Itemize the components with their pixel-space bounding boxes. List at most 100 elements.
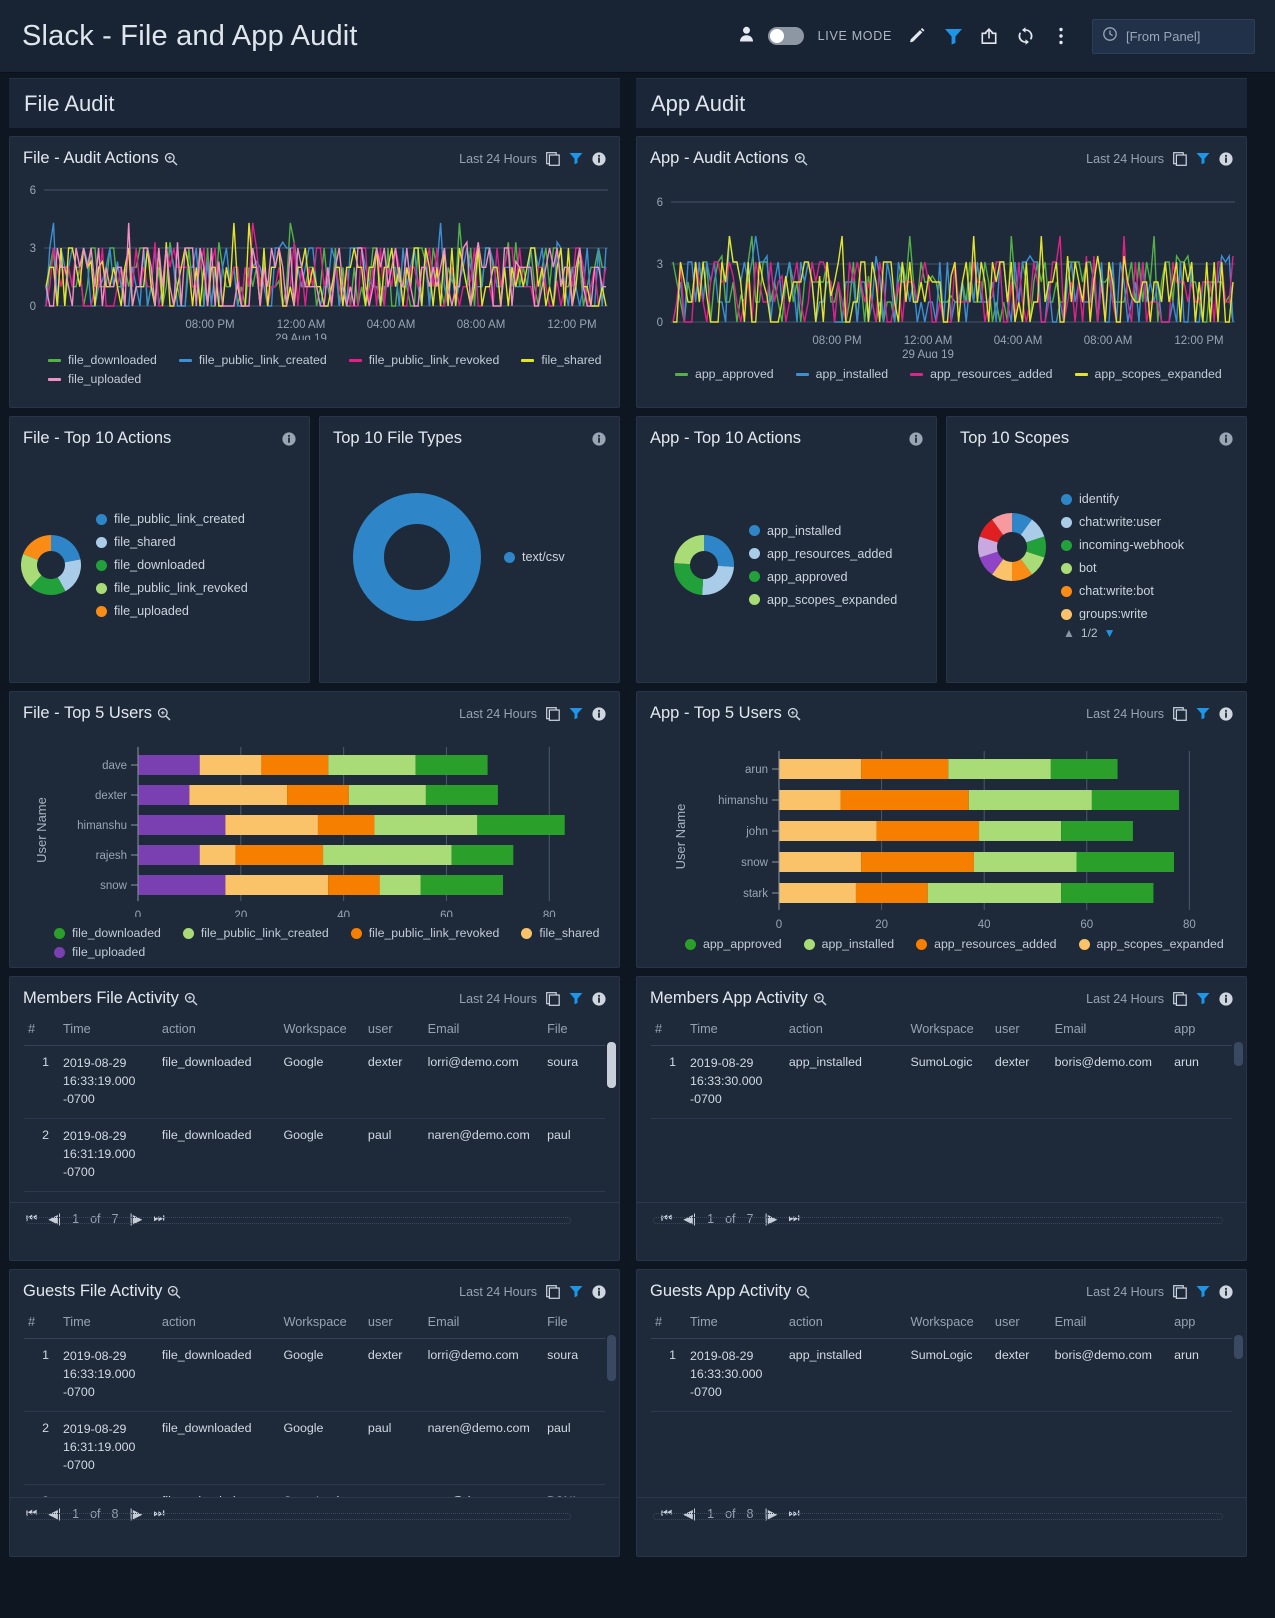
bar-segment-app_scopes_expanded[interactable] bbox=[779, 883, 856, 903]
magnify-icon[interactable] bbox=[184, 992, 198, 1006]
column-header[interactable]: user bbox=[363, 1309, 424, 1339]
bar-segment-file_shared[interactable] bbox=[199, 755, 262, 775]
legend-item[interactable]: file_public_link_revoked bbox=[350, 926, 499, 940]
bar-segment-file_public_link_created[interactable] bbox=[323, 845, 452, 865]
bar-segment-file_public_link_revoked[interactable] bbox=[317, 815, 375, 835]
filter-icon[interactable] bbox=[569, 707, 583, 720]
column-header[interactable]: # bbox=[651, 1016, 687, 1046]
legend-item[interactable]: file_shared bbox=[521, 926, 599, 940]
bar-segment-file_public_link_revoked[interactable] bbox=[328, 875, 380, 895]
copy-panel-icon[interactable] bbox=[1173, 1284, 1187, 1299]
legend-item[interactable]: app_installed bbox=[795, 367, 888, 381]
legend-item[interactable]: file_shared bbox=[96, 535, 248, 549]
copy-panel-icon[interactable] bbox=[546, 151, 560, 166]
legend-item[interactable]: file_uploaded bbox=[48, 372, 141, 386]
legend-item[interactable]: app_resources_added bbox=[749, 547, 897, 561]
info-icon[interactable] bbox=[592, 706, 606, 721]
horizontal-scrollbar[interactable] bbox=[26, 1513, 571, 1520]
column-header[interactable]: # bbox=[24, 1016, 60, 1046]
legend-item[interactable]: app_installed bbox=[803, 937, 894, 951]
column-header[interactable]: Time bbox=[59, 1016, 158, 1046]
more-vertical-icon[interactable] bbox=[1050, 25, 1072, 47]
column-header[interactable]: Workspace bbox=[906, 1016, 991, 1046]
bar-segment-file_uploaded[interactable] bbox=[138, 845, 200, 865]
table-row[interactable]: 1 2019-08-29 16:33:30.000 -0700 app_instal… bbox=[651, 1338, 1232, 1412]
legend-item[interactable]: file_downloaded bbox=[48, 353, 157, 367]
column-header[interactable]: Email bbox=[423, 1309, 544, 1339]
donut-slice[interactable] bbox=[353, 493, 481, 621]
copy-panel-icon[interactable] bbox=[1173, 151, 1187, 166]
magnify-icon[interactable] bbox=[167, 1285, 181, 1299]
magnify-icon[interactable] bbox=[813, 992, 827, 1006]
bar-segment-file_public_link_created[interactable] bbox=[348, 785, 426, 805]
bar-segment-app_approved[interactable] bbox=[1061, 883, 1154, 903]
vertical-scrollbar[interactable] bbox=[607, 1042, 616, 1088]
share-export-icon[interactable] bbox=[978, 25, 1000, 47]
legend-item[interactable]: file_public_link_revoked bbox=[96, 581, 248, 595]
donut-slice[interactable] bbox=[674, 563, 704, 595]
legend-item[interactable]: file_public_link_revoked bbox=[348, 353, 499, 367]
live-mode-toggle[interactable] bbox=[767, 27, 804, 45]
horizontal-scrollbar[interactable] bbox=[653, 1513, 1223, 1520]
copy-panel-icon[interactable] bbox=[546, 1284, 560, 1299]
filter-icon[interactable] bbox=[1196, 992, 1210, 1005]
filter-icon[interactable] bbox=[1196, 152, 1210, 165]
bar-segment-file_public_link_revoked[interactable] bbox=[261, 755, 329, 775]
column-header[interactable]: user bbox=[990, 1309, 1051, 1339]
column-header[interactable]: Email bbox=[1050, 1309, 1171, 1339]
bar-segment-app_scopes_expanded[interactable] bbox=[779, 790, 841, 810]
legend-item[interactable]: file_public_link_created bbox=[96, 512, 248, 526]
bar-segment-file_downloaded[interactable] bbox=[451, 845, 514, 865]
bar-segment-file_downloaded[interactable] bbox=[420, 875, 504, 895]
info-icon[interactable] bbox=[909, 431, 923, 446]
info-icon[interactable] bbox=[282, 431, 296, 446]
legend-page-down-icon[interactable]: ▼ bbox=[1104, 626, 1116, 640]
info-icon[interactable] bbox=[1219, 151, 1233, 166]
column-header[interactable]: File bbox=[543, 1016, 605, 1046]
legend-item[interactable]: app_resources_added bbox=[916, 937, 1057, 951]
donut-slice[interactable] bbox=[51, 535, 81, 563]
legend-item[interactable]: file_uploaded bbox=[96, 604, 248, 618]
refresh-icon[interactable] bbox=[1014, 25, 1036, 47]
filter-icon[interactable] bbox=[569, 992, 583, 1005]
bar-segment-app_resources_added[interactable] bbox=[861, 852, 974, 872]
bar-segment-file_uploaded[interactable] bbox=[138, 815, 226, 835]
column-header[interactable]: Email bbox=[1050, 1016, 1171, 1046]
legend-item[interactable]: identify bbox=[1061, 492, 1184, 506]
legend-item[interactable]: file_public_link_created bbox=[182, 926, 329, 940]
info-icon[interactable] bbox=[592, 991, 606, 1006]
magnify-icon[interactable] bbox=[796, 1285, 810, 1299]
legend-item[interactable]: incoming-webhook bbox=[1061, 538, 1184, 552]
bar-segment-file_uploaded[interactable] bbox=[138, 755, 200, 775]
bar-segment-app_approved[interactable] bbox=[1061, 821, 1133, 841]
filter-icon[interactable] bbox=[942, 25, 964, 47]
bar-segment-file_public_link_created[interactable] bbox=[379, 875, 421, 895]
time-range-picker[interactable]: [From Panel] bbox=[1092, 18, 1255, 54]
column-header[interactable]: Workspace bbox=[279, 1016, 364, 1046]
column-header[interactable]: Workspace bbox=[279, 1309, 364, 1339]
info-icon[interactable] bbox=[592, 151, 606, 166]
bar-segment-app_resources_added[interactable] bbox=[855, 883, 928, 903]
bar-segment-app_scopes_expanded[interactable] bbox=[779, 852, 862, 872]
legend-item[interactable]: text/csv bbox=[504, 550, 565, 564]
legend-item[interactable]: app_approved bbox=[675, 367, 774, 381]
column-header[interactable]: action bbox=[784, 1016, 907, 1046]
column-header[interactable]: Workspace bbox=[906, 1309, 991, 1339]
table-row[interactable]: 2 2019-08-29 16:31:19.000 -0700 file_downl… bbox=[24, 1411, 605, 1485]
bar-segment-file_public_link_revoked[interactable] bbox=[287, 785, 349, 805]
legend-item[interactable]: groups:write bbox=[1061, 607, 1184, 620]
bar-segment-file_downloaded[interactable] bbox=[425, 785, 498, 805]
horizontal-scrollbar[interactable] bbox=[26, 1217, 571, 1224]
donut-slice[interactable] bbox=[674, 535, 704, 565]
table-row[interactable]: 32019-08-29file_uploadedSumoLogicroycory… bbox=[24, 1484, 605, 1497]
bar-segment-app_approved[interactable] bbox=[1091, 790, 1180, 810]
column-header[interactable]: action bbox=[157, 1309, 280, 1339]
column-header[interactable]: Time bbox=[686, 1016, 785, 1046]
table-row[interactable]: 1 2019-08-29 16:33:19.000 -0700 file_downl… bbox=[24, 1338, 605, 1412]
bar-segment-file_shared[interactable] bbox=[199, 845, 236, 865]
filter-icon[interactable] bbox=[569, 152, 583, 165]
magnify-icon[interactable] bbox=[157, 707, 171, 721]
legend-item[interactable]: app_scopes_expanded bbox=[1078, 937, 1224, 951]
legend-item[interactable]: app_scopes_expanded bbox=[1074, 367, 1222, 381]
filter-icon[interactable] bbox=[1196, 707, 1210, 720]
